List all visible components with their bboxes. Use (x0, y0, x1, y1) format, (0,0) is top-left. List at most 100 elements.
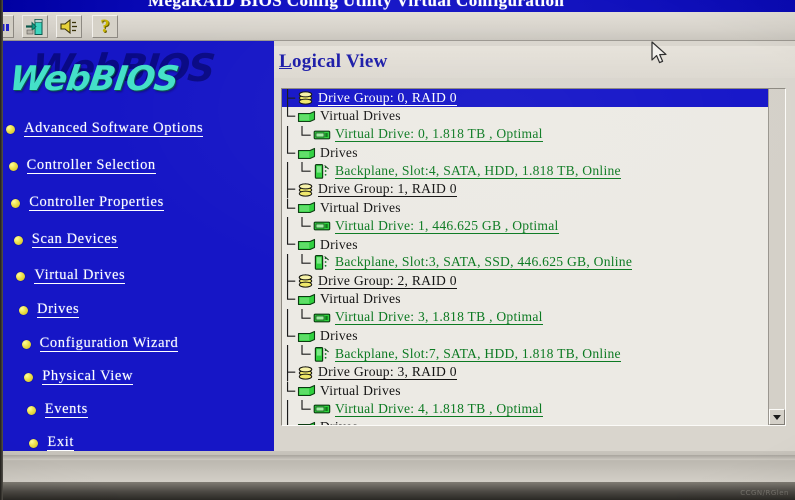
sidebar-item-virtual-drives[interactable]: Virtual Drives (16, 266, 126, 286)
bullet-icon (11, 198, 21, 208)
desktop-strip-lip (0, 455, 795, 460)
tree-row-label: Drives (320, 236, 358, 252)
tree-connector-icon (286, 326, 296, 337)
sidebar-item-label: Configuration Wizard (39, 335, 179, 352)
tree-connector-icon (286, 143, 296, 154)
tree-row[interactable]: Drive Group: 1, RAID 0 (282, 180, 769, 199)
toolbar: ? (0, 12, 795, 41)
sidebar-item-drives[interactable]: Drives (19, 300, 80, 320)
camera-watermark: CCGN/RGlen (740, 489, 789, 497)
sidebar-item-label: Drives (37, 301, 80, 318)
scrollbar-down-button[interactable] (769, 409, 785, 425)
tree-row[interactable]: Drive Group: 3, RAID 0 (282, 363, 769, 382)
toolbar-silence-alarm-button[interactable] (56, 15, 82, 38)
tree-row[interactable]: Virtual Drives (282, 290, 769, 308)
tree-connector-icon (286, 308, 311, 327)
tree-row[interactable]: Backplane, Slot:3, SATA, SSD, 446.625 GB… (282, 253, 769, 272)
bullet-icon (26, 405, 36, 415)
page-title: Logical View (279, 51, 388, 73)
tree-row-label: Virtual Drive: 4, 1.818 TB , Optimal (335, 400, 543, 417)
tree-row-label: Virtual Drive: 3, 1.818 TB , Optimal (335, 309, 543, 326)
tree-row-label: Drives (320, 420, 358, 425)
tree-row[interactable]: Virtual Drives (282, 198, 769, 217)
bullet-icon (29, 438, 39, 448)
tree-row-label: Virtual Drives (320, 291, 401, 307)
chevron-down-icon (773, 414, 781, 420)
tree-row[interactable]: Drives (282, 326, 769, 345)
bullet-icon (16, 271, 26, 281)
speaker-icon (60, 18, 77, 35)
tree-connector-icon (286, 162, 311, 181)
sidebar: WebBIOS WebBIOS Advanced Software Option… (0, 41, 274, 451)
tree-connector-icon (286, 125, 311, 144)
tree-row[interactable]: Virtual Drive: 0, 1.818 TB , Optimal (282, 125, 769, 144)
tree-row-label: Drives (320, 145, 358, 161)
tree-row-label: Virtual Drives (320, 382, 401, 398)
bullet-icon (19, 305, 28, 315)
sidebar-item-controller-selection[interactable]: Controller Selection (8, 156, 156, 176)
exit-icon (26, 18, 43, 35)
desktop-strip (0, 451, 795, 482)
bullet-icon (13, 235, 23, 245)
tree-connector-icon (286, 363, 296, 382)
sidebar-item-controller-properties[interactable]: Controller Properties (11, 193, 164, 213)
tree-row-label: Virtual Drive: 1, 446.625 GB , Optimal (335, 217, 559, 234)
tree-row[interactable]: Backplane, Slot:4, SATA, HDD, 1.818 TB, … (282, 162, 769, 181)
sidebar-item-label: Controller Selection (26, 157, 156, 174)
sidebar-item-label: Virtual Drives (34, 267, 126, 284)
toolbar-exit-button[interactable] (22, 15, 48, 38)
tree-connector-icon (286, 400, 311, 419)
sidebar-item-events[interactable]: Events (26, 400, 88, 420)
tree-connector-icon (286, 107, 296, 118)
tree-row[interactable]: Backplane, Slot:7, SATA, HDD, 1.818 TB, … (282, 345, 769, 364)
vertical-scrollbar[interactable] (768, 89, 785, 425)
sidebar-item-exit[interactable]: Exit (29, 433, 74, 451)
tree-connector-icon (286, 198, 296, 209)
sidebar-item-advanced-software-options[interactable]: Advanced Software Options (6, 119, 204, 139)
tree-connector-icon (286, 271, 296, 291)
tree-connector-icon (286, 418, 289, 425)
tree-connector-icon (286, 89, 296, 108)
tree-scroll-area: Drive Group: 0, RAID 0 Virtual Drives Virt… (282, 89, 769, 425)
sidebar-item-label: Scan Devices (31, 231, 118, 248)
tree-row[interactable]: Virtual Drive: 4, 1.818 TB , Optimal (282, 400, 769, 419)
bullet-icon (21, 339, 31, 349)
tree-row[interactable]: Drives (282, 418, 769, 425)
tree-row-label: Drive Group: 1, RAID 0 (318, 181, 457, 198)
photo-frame-bottom (0, 482, 795, 500)
tree-row[interactable]: Drives (282, 143, 769, 162)
sidebar-item-configuration-wizard[interactable]: Configuration Wizard (21, 334, 179, 354)
tree-row[interactable]: Virtual Drives (282, 381, 769, 400)
sidebar-item-scan-devices[interactable]: Scan Devices (13, 230, 118, 250)
sidebar-item-label: Controller Properties (29, 194, 164, 211)
tree-row-label: Drive Group: 3, RAID 0 (318, 364, 457, 381)
tree-row-label: Drive Group: 0, RAID 0 (318, 89, 457, 106)
toolbar-help-button[interactable]: ? (92, 15, 118, 38)
tree-connector-icon (286, 217, 311, 236)
window-title: MegaRAID BIOS Config Utility Virtual Con… (148, 0, 565, 10)
mouse-cursor (651, 41, 667, 64)
bios-screen: MegaRAID BIOS Config Utility Virtual Con… (0, 0, 795, 482)
tree-row-label: Backplane, Slot:4, SATA, HDD, 1.818 TB, … (335, 162, 621, 179)
tree-row[interactable]: Virtual Drive: 3, 1.818 TB , Optimal (282, 308, 769, 327)
tree-connector-icon (286, 253, 311, 272)
tree-row[interactable]: Virtual Drives (282, 107, 769, 125)
sidebar-item-label: Exit (47, 434, 74, 451)
bullet-icon (24, 372, 34, 382)
tree-row-label: Backplane, Slot:7, SATA, HDD, 1.818 TB, … (335, 345, 621, 362)
tree-row-label: Drive Group: 2, RAID 0 (318, 272, 457, 289)
page-title-rest: ogical View (291, 51, 388, 72)
tree-row[interactable]: Drive Group: 2, RAID 0 (282, 271, 769, 291)
sidebar-item-label: Advanced Software Options (24, 120, 204, 137)
tree-row[interactable]: Drive Group: 0, RAID 0 (282, 89, 769, 108)
sidebar-item-label: Events (44, 401, 88, 418)
tree-connector-icon (286, 345, 311, 364)
tree-row[interactable]: Virtual Drive: 1, 446.625 GB , Optimal (282, 217, 769, 236)
view-header: Logical View (274, 46, 795, 78)
tree-row-label: Virtual Drive: 0, 1.818 TB , Optimal (335, 126, 543, 143)
tree-connector-icon (286, 381, 296, 392)
page-title-accel: L (279, 51, 292, 72)
photo-frame-left (0, 0, 3, 500)
tree-row[interactable]: Drives (282, 235, 769, 253)
sidebar-item-physical-view[interactable]: Physical View (24, 367, 134, 387)
